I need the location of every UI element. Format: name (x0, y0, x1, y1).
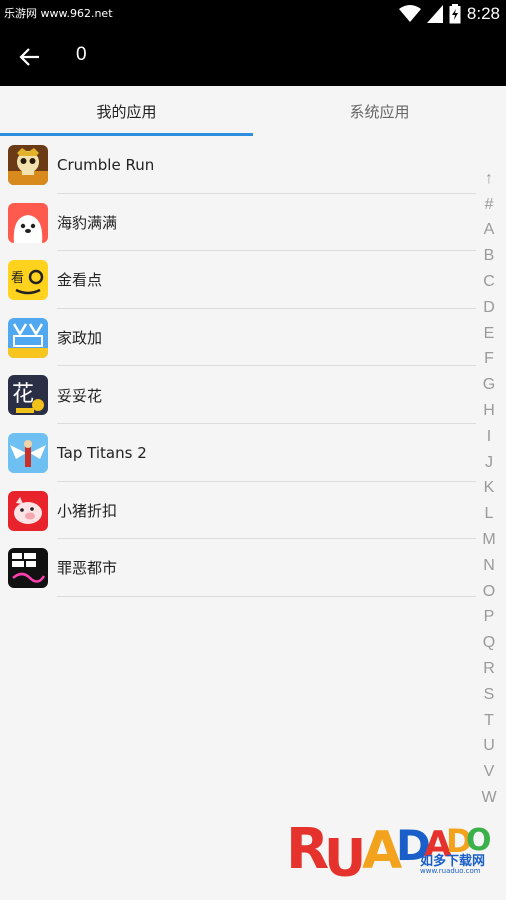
index-item[interactable]: G (476, 372, 502, 398)
index-item[interactable]: L (476, 501, 502, 527)
index-item[interactable]: E (476, 321, 502, 347)
list-item[interactable]: Crumble Run (0, 136, 476, 194)
index-item[interactable]: O (476, 579, 502, 605)
index-item[interactable]: H (476, 398, 502, 424)
list-item[interactable]: 小猪折扣 (0, 482, 476, 540)
index-item[interactable]: S (476, 682, 502, 708)
svg-text:花: 花 (12, 382, 34, 407)
index-item[interactable]: U (476, 734, 502, 760)
list-item[interactable]: 看 金看点 (0, 251, 476, 309)
wifi-icon (398, 5, 421, 22)
tab-system-apps[interactable]: 系统应用 (253, 86, 506, 136)
index-item[interactable]: ↑ (476, 166, 502, 192)
watermark-text: 乐游网 www.962.net (4, 5, 113, 21)
index-item[interactable]: M (476, 527, 502, 553)
list-item[interactable]: 海豹满满 (0, 194, 476, 252)
app-bar: 0 (0, 28, 506, 86)
app-name: 小猪折扣 (57, 501, 118, 520)
divider (57, 595, 476, 597)
list-item[interactable]: 家政加 (0, 309, 476, 367)
index-item[interactable]: N (476, 553, 502, 579)
app-name: 海豹满满 (57, 213, 118, 232)
list-item[interactable]: 罪恶都市 (0, 539, 476, 597)
index-item[interactable]: D (476, 295, 502, 321)
page-title: 0 (76, 44, 87, 65)
index-item[interactable]: K (476, 476, 502, 502)
clock: 8:28 (466, 4, 500, 23)
alphabet-index[interactable]: ↑ # A B C D E F G H I J K L M N O P Q R … (476, 166, 502, 811)
list-item[interactable]: Tap Titans 2 (0, 424, 476, 482)
battery-icon (449, 4, 461, 24)
index-item[interactable]: B (476, 243, 502, 269)
app-name: 妥妥花 (57, 386, 103, 405)
glasses-app-icon: 看 (8, 260, 48, 301)
flower-app-icon: 花 (8, 375, 48, 416)
index-item[interactable]: # (476, 192, 502, 218)
index-item[interactable]: V (476, 759, 502, 785)
index-item[interactable]: Q (476, 630, 502, 656)
arrow-left-icon (19, 48, 39, 66)
app-list: Crumble Run 海豹满满 看 金看点 家政加 花 妥妥花 Tap Tit… (0, 136, 476, 597)
housekeeping-app-icon (8, 317, 48, 358)
index-item[interactable]: J (476, 450, 502, 476)
index-item[interactable]: A (476, 218, 502, 244)
index-item[interactable]: I (476, 424, 502, 450)
app-name: Tap Titans 2 (57, 443, 147, 462)
status-icons: 8:28 (398, 3, 500, 25)
status-bar: 乐游网 www.962.net 8:28 (0, 0, 506, 28)
titans-app-icon (8, 432, 48, 473)
index-item[interactable]: T (476, 708, 502, 734)
app-name: 罪恶都市 (57, 559, 118, 578)
app-name: 金看点 (57, 271, 103, 290)
tab-my-apps[interactable]: 我的应用 (0, 86, 253, 136)
gta-app-icon (8, 548, 48, 589)
signal-icon (426, 5, 443, 23)
app-name: 家政加 (57, 329, 103, 348)
pig-app-icon (8, 490, 48, 531)
svg-text:看: 看 (11, 270, 24, 286)
index-item[interactable]: F (476, 347, 502, 373)
index-item[interactable]: P (476, 605, 502, 631)
skull-app-icon (8, 145, 48, 185)
index-item[interactable]: C (476, 269, 502, 295)
app-name: Crumble Run (57, 155, 155, 174)
watermark-url: www.ruaduo.com (420, 867, 481, 875)
back-button[interactable] (10, 37, 50, 77)
watermark-letter: U (324, 829, 362, 889)
index-item[interactable]: R (476, 656, 502, 682)
tab-bar: 我的应用 系统应用 (0, 86, 506, 136)
seal-app-icon (8, 202, 48, 243)
watermark-letter: R (286, 817, 328, 882)
list-item[interactable]: 花 妥妥花 (0, 366, 476, 424)
